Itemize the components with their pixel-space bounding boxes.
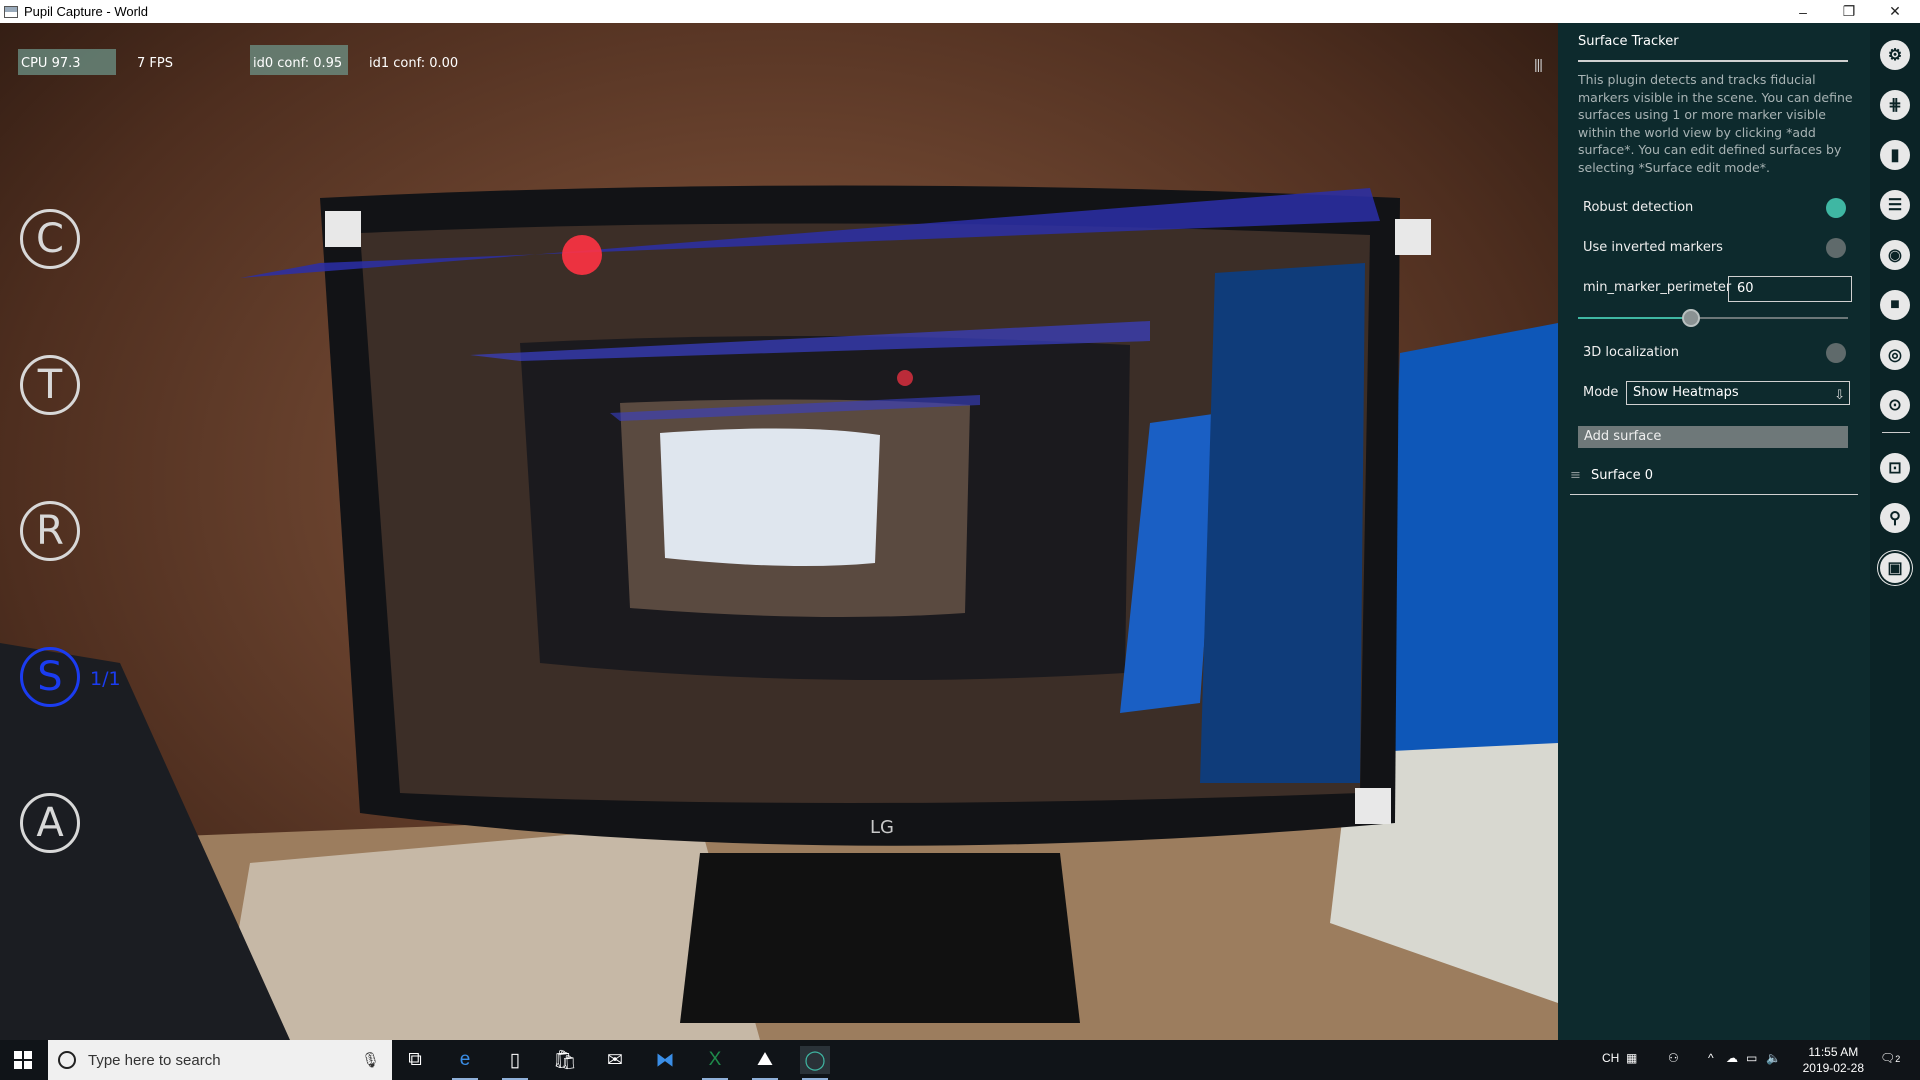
mode-value: Show Heatmaps — [1633, 385, 1739, 400]
search-placeholder: Type here to search — [88, 1051, 221, 1069]
video-camera-icon[interactable]: ■ — [1880, 290, 1910, 320]
inverted-markers-toggle[interactable] — [1826, 238, 1846, 258]
plugin-icon-rail: ⚙ ⋕ ▮ ☰ ◉ ■ ◎ ⊙ ⊡ ⚲ ▣ — [1870, 23, 1920, 1040]
pupil-capture-icon[interactable]: ◯ — [800, 1046, 830, 1080]
annotation-button[interactable]: A — [20, 793, 80, 853]
surface-tracker-panel: Surface Tracker This plugin detects and … — [1558, 23, 1870, 1040]
clock[interactable]: 11:55 AM 2019-02-28 — [1803, 1044, 1864, 1076]
gear-icon[interactable]: ⚙ — [1880, 40, 1910, 70]
test-button[interactable]: T — [20, 355, 80, 415]
title-divider — [1578, 60, 1848, 62]
id0-label: id0 conf: 0.95 — [253, 56, 343, 71]
fps-label: 7 FPS — [137, 56, 173, 71]
surface-0-item[interactable]: ≡ Surface 0 — [1570, 468, 1653, 483]
people-icon[interactable]: ⚇ — [1668, 1051, 1679, 1065]
cast-icon[interactable]: ⊡ — [1880, 453, 1910, 483]
onedrive-icon[interactable]: ☁ — [1726, 1051, 1738, 1065]
slider-fill — [1578, 317, 1692, 319]
mail-icon[interactable]: ✉ — [600, 1046, 630, 1074]
surface-count: 1/1 — [90, 668, 121, 690]
id0-graph: id0 conf: 0.95 — [250, 41, 348, 75]
store-icon[interactable]: 🛍 — [550, 1046, 580, 1074]
localization-3d-toggle[interactable] — [1826, 343, 1846, 363]
mode-label: Mode — [1583, 385, 1619, 400]
network-icon[interactable]: ▭ — [1746, 1051, 1757, 1065]
cpu-graph: CPU 97.3 — [18, 41, 116, 75]
robust-detection-label: Robust detection — [1583, 200, 1694, 215]
svg-text:LG: LG — [870, 817, 894, 838]
restore-button[interactable]: ❐ — [1826, 0, 1872, 23]
menu-icon: ≡ — [1570, 468, 1581, 483]
clock-date: 2019-02-28 — [1802, 1061, 1864, 1075]
min-marker-perimeter-label: min_marker_perimeter — [1583, 280, 1732, 295]
inverted-markers-label: Use inverted markers — [1583, 240, 1723, 255]
minimize-button[interactable]: – — [1780, 0, 1826, 23]
notification-count: 2 — [1895, 1054, 1901, 1064]
close-button[interactable]: ✕ — [1872, 0, 1918, 23]
sliders-icon[interactable]: ☰ — [1880, 190, 1910, 220]
cpu-label: CPU 97.3 — [21, 56, 81, 71]
chevron-up-icon[interactable]: ^ — [1708, 1051, 1714, 1065]
add-surface-button[interactable]: Add surface — [1578, 426, 1848, 448]
notification-icon[interactable]: 🗨2 — [1880, 1051, 1900, 1065]
bar-chart-icon[interactable]: ▮ — [1880, 140, 1910, 170]
camera-icon[interactable]: ◉ — [1880, 240, 1910, 270]
surface-divider — [1570, 494, 1858, 495]
camera-scene: LG — [0, 185, 1558, 1040]
target-icon[interactable]: ◎ — [1880, 340, 1910, 370]
world-camera-view[interactable]: LG CPU 97.3 7 FPS id0 conf: 0.95 id1 con… — [0, 23, 1558, 1040]
microphone-icon[interactable]: 🎙 — [361, 1051, 380, 1069]
dropdown-arrow-icon: ⇩ — [1834, 388, 1845, 403]
fps-graph: 7 FPS — [134, 41, 232, 75]
min-marker-perimeter-input[interactable]: 60 — [1728, 276, 1852, 302]
title-bar: Pupil Capture - World – ❐ ✕ — [0, 0, 1920, 23]
mode-select[interactable]: Show Heatmaps ⇩ — [1626, 381, 1850, 405]
calibrate-button[interactable]: C — [20, 209, 80, 269]
clock-time: 11:55 AM — [1808, 1045, 1859, 1059]
task-view-icon[interactable]: ⧉ — [400, 1046, 430, 1074]
app-icon — [4, 5, 18, 18]
surface-tracker-icon[interactable]: ▣ — [1880, 553, 1910, 583]
taskbar-search-box[interactable]: Type here to search 🎙 — [48, 1040, 392, 1080]
keyboard-icon[interactable]: ▦ — [1626, 1051, 1637, 1065]
collapse-handle[interactable]: ||| — [1534, 56, 1543, 72]
id1-label: id1 conf: 0.00 — [369, 56, 459, 71]
surface-0-label: Surface 0 — [1591, 468, 1653, 483]
cortana-icon — [58, 1051, 76, 1069]
rail-divider — [1882, 432, 1910, 433]
localization-3d-label: 3D localization — [1583, 345, 1680, 360]
slider-knob[interactable] — [1682, 309, 1701, 327]
robust-detection-toggle[interactable] — [1826, 198, 1846, 218]
edge-icon[interactable]: e — [450, 1046, 480, 1080]
window-title: Pupil Capture - World — [24, 4, 149, 19]
photos-icon[interactable]: ⛰ — [750, 1046, 780, 1080]
vscode-icon[interactable]: ⧓ — [650, 1046, 680, 1074]
id1-graph: id1 conf: 0.00 — [366, 41, 476, 75]
surface-button[interactable]: S — [20, 647, 80, 707]
screen-capture-icon[interactable]: ⊙ — [1880, 390, 1910, 420]
excel-icon[interactable]: X — [700, 1046, 730, 1080]
taskbar: Type here to search 🎙 ⧉ e ▯ 🛍 ✉ ⧓ X ⛰ ◯ … — [0, 1040, 1920, 1080]
link-icon[interactable]: ⚲ — [1880, 503, 1910, 533]
calibration-grid-icon[interactable]: ⋕ — [1880, 90, 1910, 120]
panel-description: This plugin detects and tracks fiducial … — [1578, 72, 1853, 175]
windows-start-icon[interactable] — [8, 1046, 38, 1074]
language-indicator[interactable]: CH — [1602, 1051, 1619, 1065]
record-button[interactable]: R — [20, 501, 80, 561]
volume-icon[interactable]: 🔈 — [1766, 1051, 1781, 1065]
file-icon[interactable]: ▯ — [500, 1046, 530, 1080]
panel-title: Surface Tracker — [1578, 34, 1679, 49]
